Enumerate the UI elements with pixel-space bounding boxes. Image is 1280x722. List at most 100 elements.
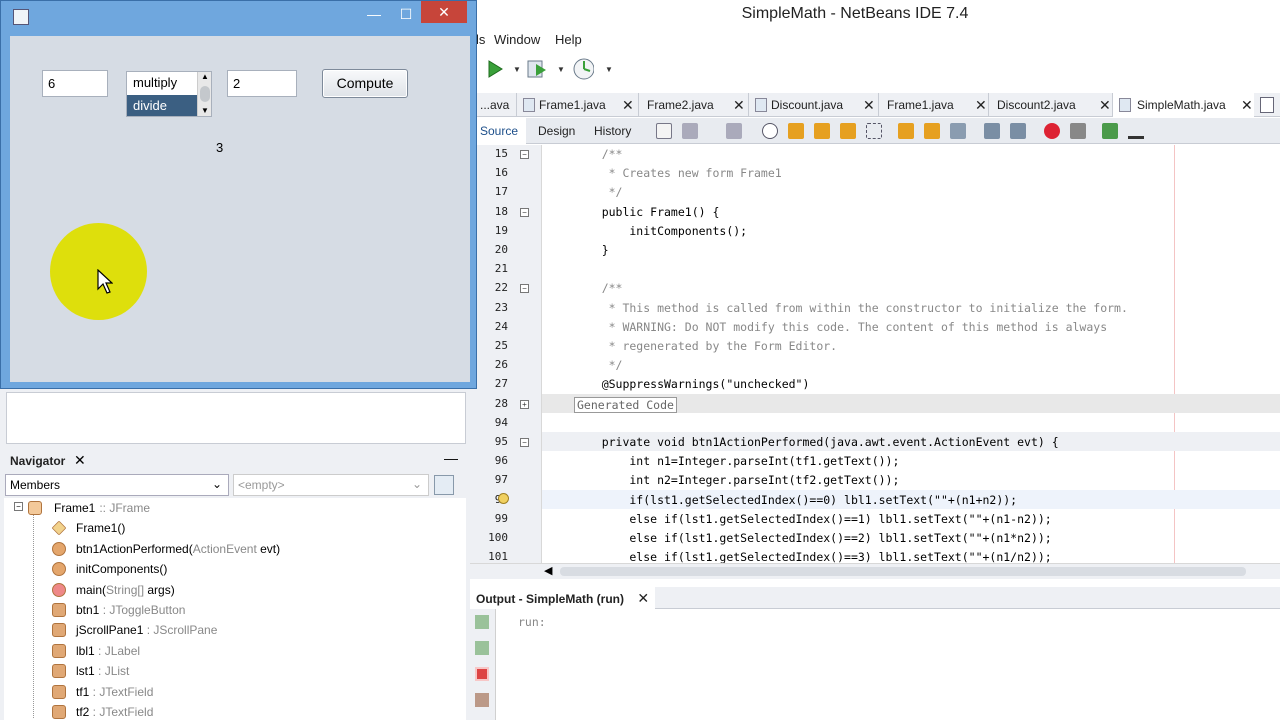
close-icon[interactable]: ✕	[421, 1, 467, 23]
code-line: * WARNING: Do NOT modify this code. The …	[574, 319, 1108, 334]
find-next-icon[interactable]	[814, 123, 830, 139]
line-number: 94	[494, 415, 508, 429]
tab-discount-java[interactable]: Discount.java ✕	[748, 93, 878, 117]
close-icon[interactable]: ✕	[863, 93, 875, 117]
tab-history[interactable]: History	[586, 118, 639, 144]
scroll-up-icon[interactable]: ▲	[201, 72, 209, 81]
toggle-bookmark-icon[interactable]	[950, 123, 966, 139]
tree-item-type: : JTextField	[89, 684, 154, 699]
debug-icon[interactable]	[526, 58, 548, 80]
tab-output[interactable]: Output - SimpleMath (run) ✕	[470, 587, 656, 609]
tree-item-name: lst1	[76, 664, 95, 679]
close-icon[interactable]: ✕	[975, 93, 987, 117]
tree-item[interactable]: tf2 : JTextField	[52, 702, 153, 722]
tab-frame1-java[interactable]: Frame1.java ✕	[516, 93, 636, 117]
back-icon[interactable]	[682, 123, 698, 139]
tab-frame1-java-2[interactable]: Frame1.java ✕	[878, 93, 988, 117]
close-icon[interactable]: ✕	[74, 452, 86, 469]
collapse-fold-icon[interactable]: −	[520, 284, 529, 294]
tab-simplemath-java[interactable]: SimpleMath.java ✕	[1112, 93, 1254, 117]
rerun-with-params-icon[interactable]	[475, 641, 489, 655]
editor-horizontal-scrollbar[interactable]: ◀	[470, 563, 1280, 579]
tree-item-name: initComponents()	[76, 562, 168, 577]
collapse-icon[interactable]: −	[14, 502, 23, 511]
code-line: */	[574, 358, 623, 373]
profile-icon[interactable]	[572, 58, 594, 80]
menu-help[interactable]: Help	[555, 32, 582, 47]
tab-discount2-java[interactable]: Discount2.java ✕	[988, 93, 1111, 117]
minimize-icon[interactable]: —	[359, 3, 389, 25]
tree-item[interactable]: Frame1()	[51, 518, 125, 538]
generated-code-fold[interactable]: Generated Code	[574, 396, 677, 413]
find-previous-icon[interactable]	[788, 123, 804, 139]
tree-item[interactable]: main(String[] args)	[52, 580, 175, 600]
close-icon[interactable]: ✕	[1099, 93, 1111, 117]
navigator-options-icon[interactable]	[434, 475, 454, 495]
compute-button[interactable]: Compute	[322, 69, 408, 98]
previous-bookmark-icon[interactable]	[898, 123, 914, 139]
last-edit-icon[interactable]	[656, 123, 672, 139]
rerun-icon[interactable]	[475, 615, 489, 629]
profile-dropdown-icon[interactable]: ▼	[598, 58, 620, 80]
code-editor[interactable]: 15−16 17 18−19 20 21 22−23 24 25 26 27 28 +94 95−96 9…	[470, 145, 1280, 563]
run-dropdown-icon[interactable]: ▼	[506, 58, 528, 80]
uncomment-icon[interactable]	[1128, 123, 1144, 139]
menu-window[interactable]: Window	[494, 32, 540, 47]
code-line: else if(lst1.getSelectedIndex()==1) lbl1…	[574, 511, 1052, 526]
list-scrollbar[interactable]: ▲ ▼	[197, 72, 211, 116]
simplemath-frame-window: — ☐ ✕ 6 multiply divide ▲ ▼ 2 Compute 3	[0, 0, 477, 389]
tree-item[interactable]: lst1 : JList	[52, 661, 129, 681]
expand-fold-icon[interactable]: +	[520, 399, 529, 409]
find-icon[interactable]	[762, 123, 778, 139]
collapse-fold-icon[interactable]: −	[520, 150, 529, 159]
scrollbar-thumb[interactable]	[200, 86, 210, 102]
close-icon[interactable]: ✕	[733, 93, 745, 117]
list-item-divide[interactable]: divide	[127, 95, 197, 116]
run-icon[interactable]	[484, 58, 506, 80]
menu-tools[interactable]: ls	[476, 32, 485, 47]
scroll-left-icon[interactable]: ◀	[544, 564, 552, 577]
tree-item[interactable]: lbl1 : JLabel	[52, 641, 140, 661]
tab-design[interactable]: Design	[530, 118, 583, 144]
tree-item[interactable]: Frame1:: JFrame	[28, 498, 150, 518]
tab-source[interactable]: Source	[472, 118, 527, 144]
forward-icon[interactable]	[726, 123, 742, 139]
filter-dropdown[interactable]: <empty> ⌄	[233, 474, 429, 496]
output-window[interactable]: run:	[470, 609, 1280, 720]
restore-window-icon[interactable]	[1260, 97, 1274, 113]
operation-list[interactable]: multiply divide ▲ ▼	[126, 71, 212, 117]
tab-ava[interactable]: ...ava	[480, 93, 509, 117]
collapse-fold-icon[interactable]: −	[520, 438, 529, 447]
toggle-highlight-icon[interactable]	[840, 123, 856, 139]
tf2-text-field[interactable]: 2	[227, 70, 297, 97]
hint-bulb-icon[interactable]	[498, 493, 509, 504]
next-bookmark-icon[interactable]	[924, 123, 940, 139]
tf1-text-field[interactable]: 6	[42, 70, 108, 97]
tree-item[interactable]: btn1 : JToggleButton	[52, 600, 185, 620]
stop-icon[interactable]	[475, 667, 489, 681]
close-icon[interactable]: ✕	[1241, 93, 1253, 117]
record-macro-icon[interactable]	[1044, 123, 1060, 139]
close-icon[interactable]: ✕	[622, 93, 634, 117]
toggle-rect-select-icon[interactable]	[866, 123, 882, 139]
members-dropdown[interactable]: Members ⌄	[5, 474, 229, 496]
stop-macro-icon[interactable]	[1070, 123, 1086, 139]
field-icon	[52, 664, 66, 679]
tree-item[interactable]: initComponents()	[52, 559, 168, 579]
scrollbar-thumb[interactable]	[560, 567, 1246, 576]
tab-frame2-java[interactable]: Frame2.java ✕	[638, 93, 746, 117]
minimize-icon[interactable]: —	[444, 450, 458, 466]
settings-icon[interactable]	[475, 693, 489, 707]
shift-right-icon[interactable]	[1010, 123, 1026, 139]
maximize-icon[interactable]: ☐	[391, 3, 421, 25]
debug-dropdown-icon[interactable]: ▼	[550, 58, 572, 80]
tree-item[interactable]: tf1 : JTextField	[52, 682, 154, 702]
scroll-down-icon[interactable]: ▼	[201, 106, 209, 115]
tree-item[interactable]: btn1ActionPerformed(ActionEvent evt)	[52, 539, 280, 559]
list-item-multiply[interactable]: multiply	[127, 72, 197, 94]
shift-left-icon[interactable]	[984, 123, 1000, 139]
collapse-fold-icon[interactable]: −	[520, 207, 529, 217]
comment-icon[interactable]	[1102, 123, 1118, 139]
close-icon[interactable]: ✕	[637, 590, 649, 606]
tree-item[interactable]: jScrollPane1 : JScrollPane	[52, 620, 217, 640]
